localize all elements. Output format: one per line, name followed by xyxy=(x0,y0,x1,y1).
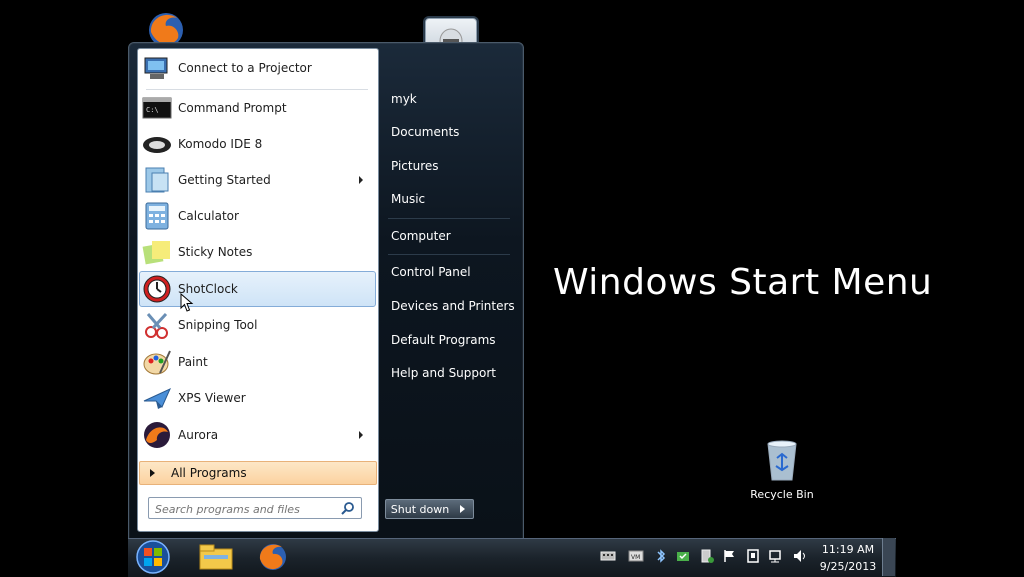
computer-link[interactable]: Computer xyxy=(391,229,451,243)
program-snipping-tool[interactable]: Snipping Tool xyxy=(140,308,375,342)
program-label: Command Prompt xyxy=(178,101,287,115)
usb-icon[interactable] xyxy=(699,548,715,564)
calculator-icon xyxy=(142,201,172,231)
sync-icon[interactable] xyxy=(675,548,691,564)
search-box[interactable] xyxy=(148,497,362,519)
program-label: XPS Viewer xyxy=(178,391,246,405)
program-paint[interactable]: Paint xyxy=(140,345,375,379)
help-and-support-link[interactable]: Help and Support xyxy=(391,366,496,380)
pictures-link[interactable]: Pictures xyxy=(391,159,439,173)
paint-icon xyxy=(142,347,172,377)
program-label: Komodo IDE 8 xyxy=(178,137,263,151)
program-label: Paint xyxy=(178,355,208,369)
submenu-arrow-icon[interactable] xyxy=(359,431,363,439)
program-calculator[interactable]: Calculator xyxy=(140,199,375,233)
snipping-tool-icon xyxy=(142,310,172,340)
program-connect-to-projector[interactable]: Connect to a Projector xyxy=(140,51,375,85)
keyboard-icon[interactable] xyxy=(600,548,616,564)
program-komodo-ide[interactable]: Komodo IDE 8 xyxy=(140,127,375,161)
slide-headline: Windows Start Menu xyxy=(553,262,933,303)
program-label: Snipping Tool xyxy=(178,318,258,332)
program-label: Getting Started xyxy=(178,173,271,187)
search-input[interactable] xyxy=(149,500,335,519)
submenu-arrow-icon[interactable] xyxy=(359,176,363,184)
divider xyxy=(388,254,510,255)
user-folder-link[interactable]: myk xyxy=(391,92,417,106)
show-desktop-button[interactable] xyxy=(882,538,895,576)
recycle-bin[interactable]: Recycle Bin xyxy=(748,438,816,501)
devices-and-printers-link[interactable]: Devices and Printers xyxy=(391,299,515,313)
device-icon[interactable] xyxy=(745,548,761,564)
program-aurora[interactable]: Aurora xyxy=(140,418,375,452)
firefox-icon[interactable] xyxy=(253,541,293,573)
expand-arrow-icon xyxy=(150,469,155,477)
svg-text:C:\: C:\ xyxy=(146,106,159,114)
program-sticky-notes[interactable]: Sticky Notes xyxy=(140,235,375,269)
program-label: Calculator xyxy=(178,209,239,223)
recycle-bin-label: Recycle Bin xyxy=(750,488,814,501)
flag-icon[interactable] xyxy=(722,548,738,564)
program-getting-started[interactable]: Getting Started xyxy=(140,163,375,197)
shotclock-icon xyxy=(142,274,172,304)
default-programs-link[interactable]: Default Programs xyxy=(391,333,496,347)
vm-icon[interactable]: VM xyxy=(628,548,644,564)
command-prompt-icon: C:\ xyxy=(142,93,172,123)
aurora-icon xyxy=(142,420,172,450)
program-label: Connect to a Projector xyxy=(178,61,312,75)
mouse-cursor-icon xyxy=(180,293,194,312)
shutdown-label: Shut down xyxy=(390,502,450,516)
control-panel-link[interactable]: Control Panel xyxy=(391,265,471,279)
clock-date[interactable]: 9/25/2013 xyxy=(818,560,878,573)
all-programs-label: All Programs xyxy=(171,466,247,480)
volume-icon[interactable] xyxy=(792,548,808,564)
divider xyxy=(388,218,510,219)
all-programs-button[interactable]: All Programs xyxy=(139,461,377,485)
explorer-icon[interactable] xyxy=(196,541,236,573)
program-command-prompt[interactable]: C:\ Command Prompt xyxy=(140,91,375,125)
komodo-icon xyxy=(142,129,172,159)
network-icon[interactable] xyxy=(768,548,784,564)
xps-viewer-icon xyxy=(142,383,172,413)
programs-pane: Connect to a Projector C:\ Command Promp… xyxy=(137,48,379,532)
search-icon[interactable] xyxy=(341,501,355,515)
program-xps-viewer[interactable]: XPS Viewer xyxy=(140,381,375,415)
program-label: Aurora xyxy=(178,428,219,442)
bluetooth-icon[interactable] xyxy=(653,548,669,564)
projector-icon xyxy=(142,53,172,83)
shutdown-options-button[interactable] xyxy=(453,499,474,519)
divider xyxy=(146,89,368,90)
start-orb-icon[interactable] xyxy=(134,539,172,575)
sticky-notes-icon xyxy=(142,237,172,267)
documents-link[interactable]: Documents xyxy=(391,125,459,139)
shutdown-button[interactable]: Shut down xyxy=(385,499,455,519)
getting-started-icon xyxy=(142,165,172,195)
recycle-bin-icon xyxy=(765,438,799,482)
svg-text:VM: VM xyxy=(631,554,640,561)
music-link[interactable]: Music xyxy=(391,192,425,206)
program-shotclock[interactable]: ShotClock xyxy=(139,271,376,307)
program-label: Sticky Notes xyxy=(178,245,253,259)
clock-time[interactable]: 11:19 AM xyxy=(818,543,878,556)
